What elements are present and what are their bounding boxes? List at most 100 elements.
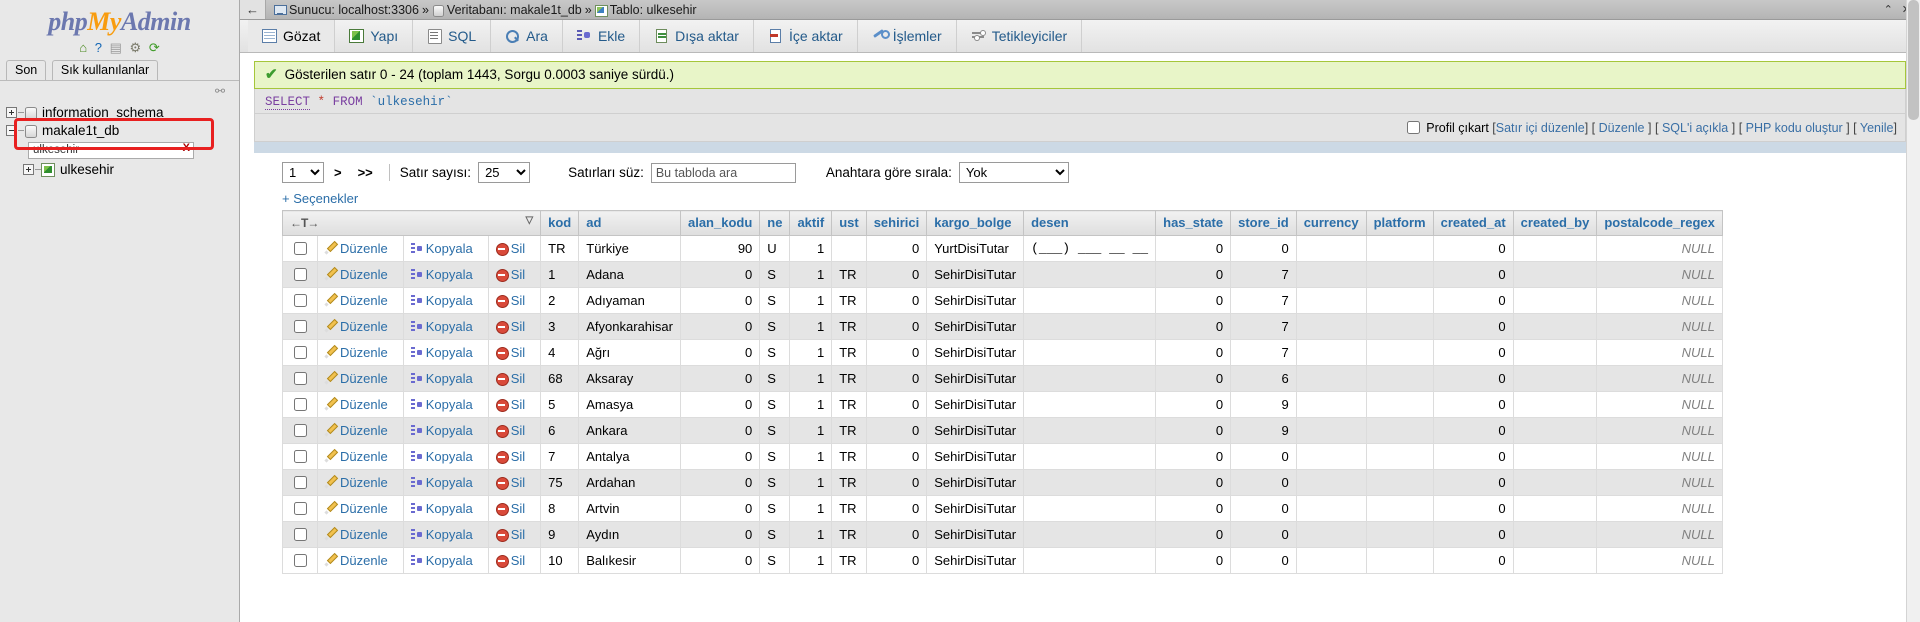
cell-ust[interactable]: TR [831, 391, 867, 418]
cell-has-state[interactable]: 0 [1155, 495, 1232, 522]
link-inline-edit[interactable]: Satır içi düzenle [1496, 121, 1585, 135]
cell-sehirici[interactable]: 0 [865, 521, 928, 548]
cell-store-id[interactable]: 0 [1230, 235, 1297, 262]
tab-operations[interactable]: İşlemler [858, 20, 957, 52]
copy-link-cell[interactable]: Kopyala [402, 365, 489, 392]
cell-currency[interactable] [1295, 261, 1367, 288]
cell-aktif[interactable]: 1 [789, 391, 833, 418]
row-checkbox[interactable] [294, 424, 307, 437]
cell-kod[interactable]: 68 [540, 365, 580, 392]
cell-sehirici[interactable]: 0 [865, 313, 928, 340]
row-checkbox[interactable] [294, 294, 307, 307]
cell-platform[interactable] [1365, 495, 1434, 522]
cell-created-at[interactable]: 0 [1432, 391, 1514, 418]
cell-kargo-bolge[interactable]: SehirDisiTutar [926, 339, 1025, 366]
cell-ne[interactable]: S [759, 443, 791, 470]
copy-link[interactable]: Kopyala [410, 397, 473, 412]
table-row[interactable]: Düzenle Kopyala Sil 1 Adana 0 S 1 TR 0 SehirDisiTu… [282, 261, 1723, 288]
cell-store-id[interactable]: 0 [1230, 443, 1297, 470]
cell-platform[interactable] [1365, 339, 1434, 366]
cell-alan-kodu[interactable]: 0 [679, 365, 761, 392]
delete-link-cell[interactable]: Sil [487, 521, 542, 548]
collapse-minus-icon[interactable] [6, 124, 17, 136]
copy-link-cell[interactable]: Kopyala [402, 469, 489, 496]
cell-store-id[interactable]: 0 [1230, 521, 1297, 548]
cell-ust[interactable]: TR [831, 443, 867, 470]
cell-ust[interactable]: TR [831, 495, 867, 522]
cell-ne[interactable]: S [759, 365, 791, 392]
copy-link[interactable]: Kopyala [410, 319, 473, 334]
header-ust[interactable]: ust [831, 210, 867, 236]
edit-link-cell[interactable]: Düzenle [317, 417, 404, 444]
cell-desen[interactable] [1023, 495, 1157, 522]
cell-kargo-bolge[interactable]: SehirDisiTutar [926, 391, 1025, 418]
next-page-button[interactable]: > [334, 165, 342, 180]
cell-alan-kodu[interactable]: 0 [679, 469, 761, 496]
table-row[interactable]: Düzenle Kopyala Sil 7 Antalya 0 S 1 TR 0 SehirDisi… [282, 443, 1723, 470]
cell-ust[interactable]: TR [831, 339, 867, 366]
page-number-select[interactable]: 1 [282, 162, 324, 183]
cell-created-by[interactable] [1512, 547, 1598, 574]
cell-has-state[interactable]: 0 [1155, 547, 1232, 574]
cell-alan-kodu[interactable]: 0 [679, 547, 761, 574]
cell-created-at[interactable]: 0 [1432, 469, 1514, 496]
copy-link[interactable]: Kopyala [410, 553, 473, 568]
cell-alan-kodu[interactable]: 0 [679, 339, 761, 366]
cell-currency[interactable] [1295, 391, 1367, 418]
copy-link[interactable]: Kopyala [410, 501, 473, 516]
tab-search[interactable]: Ara [491, 20, 563, 52]
header-created-at[interactable]: created_at [1432, 210, 1514, 236]
table-row[interactable]: Düzenle Kopyala Sil 3 Afyonkarahisar 0 S 1 TR 0 Se… [282, 313, 1723, 340]
copy-link[interactable]: Kopyala [410, 423, 473, 438]
breadcrumb-server[interactable]: Sunucu: localhost:3306 [289, 3, 419, 17]
copy-link-cell[interactable]: Kopyala [402, 547, 489, 574]
cell-kod[interactable]: 5 [540, 391, 580, 418]
table-row[interactable]: Düzenle Kopyala Sil 6 Ankara 0 S 1 TR 0 SehirDisiT… [282, 417, 1723, 444]
delete-link[interactable]: Sil [495, 423, 525, 438]
cell-kargo-bolge[interactable]: SehirDisiTutar [926, 261, 1025, 288]
cell-platform[interactable] [1365, 469, 1434, 496]
cell-desen[interactable] [1023, 313, 1157, 340]
edit-link[interactable]: Düzenle [325, 397, 388, 412]
copy-link[interactable]: Kopyala [410, 241, 473, 256]
cell-created-at[interactable]: 0 [1432, 313, 1514, 340]
cell-ad[interactable]: Ağrı [578, 339, 681, 366]
cell-ne[interactable]: S [759, 469, 791, 496]
cell-ne[interactable]: S [759, 417, 791, 444]
cell-has-state[interactable]: 0 [1155, 469, 1232, 496]
cell-ad[interactable]: Türkiye [578, 235, 681, 262]
copy-link-cell[interactable]: Kopyala [402, 417, 489, 444]
tab-triggers[interactable]: Tetikleyiciler [957, 20, 1083, 52]
link-refresh[interactable]: Yenile [1860, 121, 1894, 135]
cell-ust[interactable]: TR [831, 261, 867, 288]
header-sehirici[interactable]: sehirici [865, 210, 928, 236]
link-edit[interactable]: Düzenle [1599, 121, 1645, 135]
delete-link[interactable]: Sil [495, 527, 525, 542]
cell-aktif[interactable]: 1 [789, 443, 833, 470]
cell-platform[interactable] [1365, 443, 1434, 470]
edit-link[interactable]: Düzenle [325, 371, 388, 386]
cell-sehirici[interactable]: 0 [865, 287, 928, 314]
delete-link-cell[interactable]: Sil [487, 287, 542, 314]
cell-has-state[interactable]: 0 [1155, 521, 1232, 548]
table-row[interactable]: Düzenle Kopyala Sil 10 Balıkesir 0 S 1 TR 0 SehirD… [282, 547, 1723, 574]
cell-created-at[interactable]: 0 [1432, 521, 1514, 548]
delete-link-cell[interactable]: Sil [487, 339, 542, 366]
header-actions[interactable]: ←T→ ▽ [281, 210, 542, 236]
delete-link-cell[interactable]: Sil [487, 365, 542, 392]
cell-desen[interactable] [1023, 547, 1157, 574]
cell-kod[interactable]: 8 [540, 495, 580, 522]
cell-alan-kodu[interactable]: 0 [679, 495, 761, 522]
cell-has-state[interactable]: 0 [1155, 339, 1232, 366]
cell-kod[interactable]: 7 [540, 443, 580, 470]
cell-desen[interactable] [1023, 261, 1157, 288]
cell-ad[interactable]: Adıyaman [578, 287, 681, 314]
cell-currency[interactable] [1295, 287, 1367, 314]
copy-link[interactable]: Kopyala [410, 267, 473, 282]
cell-currency[interactable] [1295, 235, 1367, 262]
sql-keyword-select[interactable]: SELECT [265, 95, 311, 110]
cell-created-by[interactable] [1512, 235, 1598, 262]
cell-postalcode-regex[interactable]: NULL [1596, 339, 1723, 366]
cell-postalcode-regex[interactable]: NULL [1596, 391, 1723, 418]
cell-currency[interactable] [1295, 365, 1367, 392]
